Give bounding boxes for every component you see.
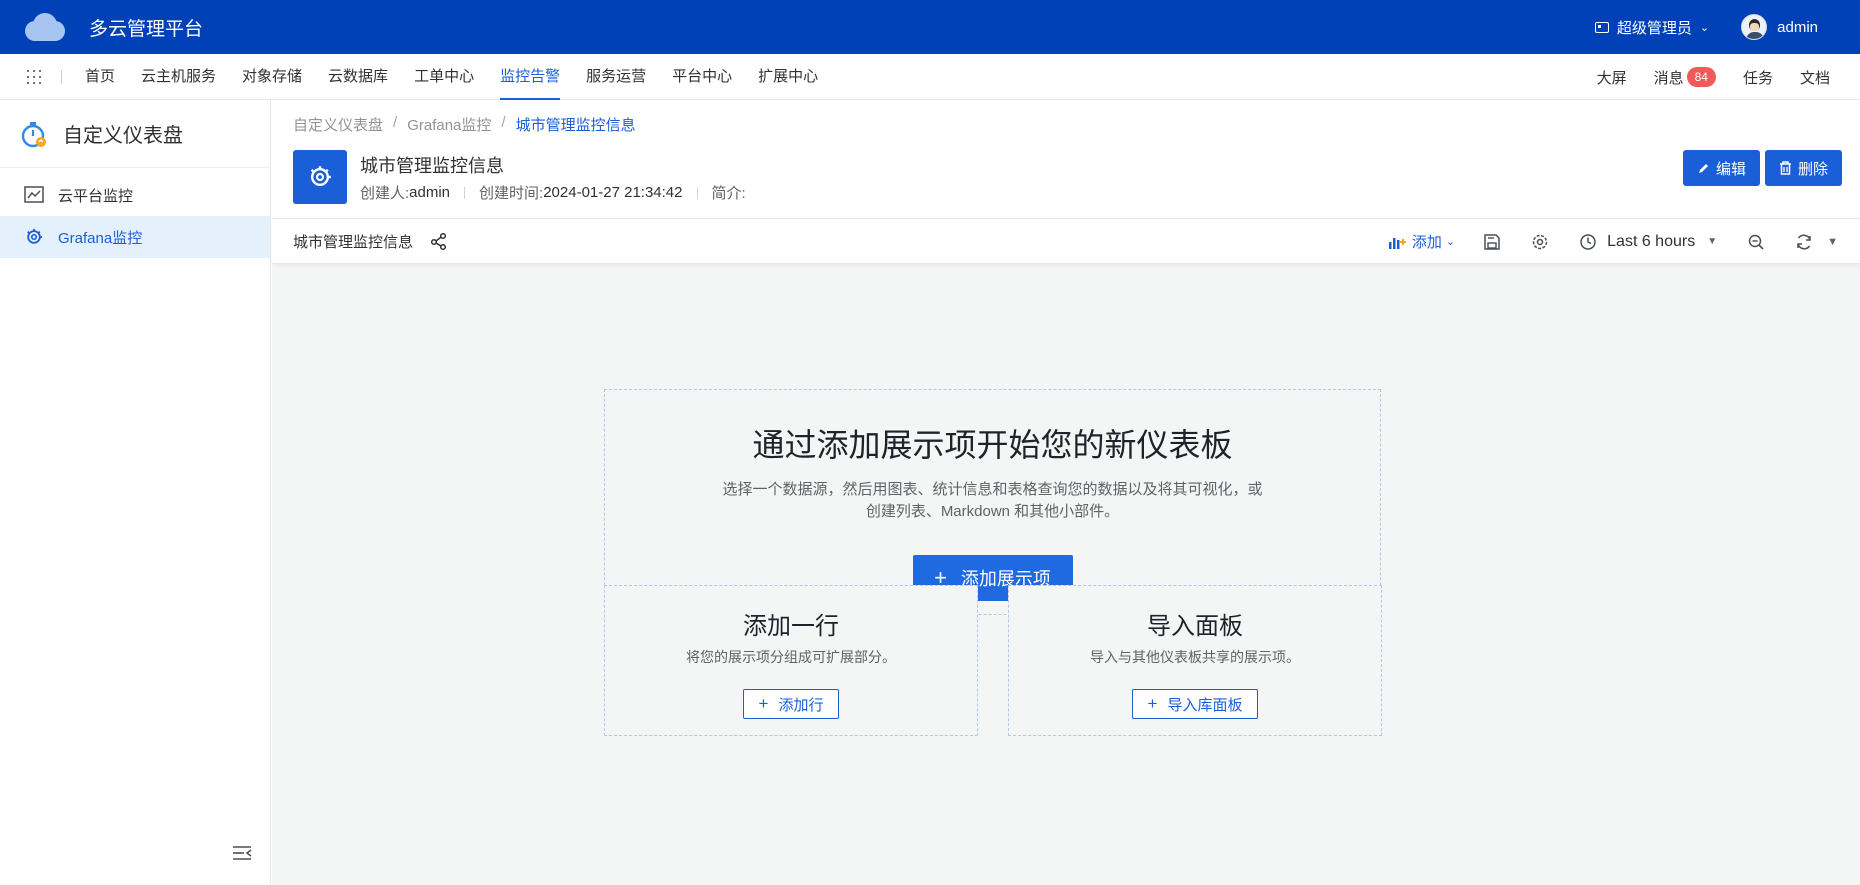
import-library-panel-button[interactable]: + 导入库面板 [1131,689,1259,719]
page-title: 城市管理监控信息 [360,156,504,176]
page-header: 自定义仪表盘 / Grafana监控 / 城市管理监控信息 城市管理监控信息 创… [272,100,1860,219]
cloud-logo-icon [25,13,65,41]
edit-button[interactable]: 编辑 [1682,150,1760,186]
creator-value: admin [409,184,451,201]
avatar [1741,14,1768,40]
breadcrumb-item[interactable]: 自定义仪表盘 [293,114,383,135]
nav-item-ticket-center[interactable]: 工单中心 [414,54,474,100]
empty-heading: 通过添加展示项开始您的新仪表板 [752,427,1233,463]
created-value: 2024-01-27 21:34:42 [543,184,683,201]
messages-link[interactable]: 消息 84 [1654,67,1716,88]
empty-description: 选择一个数据源，然后用图表、统计信息和表格查询您的数据以及将其可视化，或创建列表… [722,481,1263,520]
nav-item-cloud-db[interactable]: 云数据库 [328,54,388,100]
save-icon[interactable] [1483,233,1501,251]
main-nav: 首页 云主机服务 对象存储 云数据库 工单中心 监控告警 服务运营 平台中心 扩… [0,54,1860,100]
share-icon[interactable] [430,232,448,250]
sidebar: 自定义仪表盘 云平台监控 Grafana监控 [0,100,271,885]
gear-icon[interactable] [1531,233,1549,251]
import-library-panel-label: 导入库面板 [1167,696,1243,714]
add-panel-dropdown[interactable]: 添加 ⌄ [1388,231,1455,252]
breadcrumb-current: 城市管理监控信息 [515,117,636,134]
delete-label: 删除 [1797,160,1828,178]
nav-item-cloud-host[interactable]: 云主机服务 [141,54,216,100]
plus-icon: + [1147,694,1158,713]
line-chart-icon [24,186,44,203]
sidebar-item-cloud-monitoring[interactable]: 云平台监控 [0,174,270,216]
trash-icon [1779,161,1791,175]
message-count-badge: 84 [1686,67,1716,87]
import-panel-card: 导入面板 导入与其他仪表板共享的展示项。 + 导入库面板 [1008,585,1382,736]
description-label: 简介: [711,185,746,202]
add-row-description: 将您的展示项分组成可扩展部分。 [686,649,896,665]
nav-item-monitoring[interactable]: 监控告警 [500,54,561,100]
tasks-link[interactable]: 任务 [1743,67,1773,88]
add-row-label: 添加行 [778,696,824,714]
app-title: 多云管理平台 [89,18,204,40]
top-header: 多云管理平台 超级管理员 ⌄ admin [0,0,1860,54]
plus-icon: + [758,694,769,713]
clock-icon [1580,233,1596,250]
empty-dashboard-card: 通过添加展示项开始您的新仪表板 选择一个数据源，然后用图表、统计信息和表格查询您… [604,389,1381,615]
add-row-button[interactable]: + 添加行 [742,689,840,719]
creator-label: 创建人: [360,185,410,202]
zoom-out-icon[interactable] [1747,233,1765,251]
collapse-menu-icon[interactable] [232,845,252,861]
messages-label: 消息 [1653,69,1684,87]
sidebar-item-label: 云平台监控 [58,187,134,205]
docs-link[interactable]: 文档 [1800,67,1830,88]
role-switcher[interactable]: 超级管理员 ⌄ [1594,17,1710,38]
nav-item-extension-center[interactable]: 扩展中心 [758,54,818,100]
sidebar-item-grafana[interactable]: Grafana监控 [0,216,270,258]
breadcrumb-separator: / [501,114,506,131]
breadcrumb-item[interactable]: Grafana监控 [407,114,491,135]
time-range-label: Last 6 hours [1607,232,1696,250]
big-screen-link[interactable]: 大屏 [1597,67,1627,88]
import-panel-description: 导入与其他仪表板共享的展示项。 [1090,649,1300,665]
dashboard-name: 城市管理监控信息 [293,233,414,251]
chevron-down-icon: ▼ [1707,236,1718,247]
user-menu[interactable]: admin [1741,14,1818,40]
breadcrumb: 自定义仪表盘 / Grafana监控 / 城市管理监控信息 [293,114,636,135]
time-range-picker[interactable]: Last 6 hours ▼ [1579,233,1717,251]
grafana-icon [310,166,331,186]
refresh-icon[interactable] [1795,233,1813,251]
delete-button[interactable]: 删除 [1764,150,1842,186]
sidebar-title: 自定义仪表盘 [63,125,183,147]
user-name: admin [1777,18,1818,36]
sidebar-item-label: Grafana监控 [58,229,143,247]
nav-item-home[interactable]: 首页 [85,54,115,100]
pencil-icon [1698,163,1708,173]
nav-item-platform-center[interactable]: 平台中心 [672,54,732,100]
apps-grid-icon[interactable] [27,69,41,84]
bar-chart-add-icon [1388,237,1406,249]
edit-label: 编辑 [1715,160,1746,178]
sidebar-header: 自定义仪表盘 [0,100,270,168]
created-label: 创建时间: [479,185,544,202]
add-row-title: 添加一行 [743,613,839,640]
chevron-down-icon: ⌄ [1699,21,1710,34]
breadcrumb-separator: / [393,114,398,131]
chevron-down-icon: ⌄ [1445,236,1456,248]
stopwatch-icon [21,121,46,147]
role-label: 超级管理员 [1616,19,1692,37]
import-panel-title: 导入面板 [1147,613,1243,640]
nav-item-service-ops[interactable]: 服务运营 [586,54,646,100]
refresh-interval-chevron-icon[interactable]: ▼ [1827,236,1838,248]
dashboard-toolbar: 城市管理监控信息 添加 ⌄ Last 6 hours ▼ ▼ [272,219,1860,264]
dashboard-meta: 创建人: admin 创建时间: 2024-01-27 21:34:42 简介: [360,182,746,203]
id-card-icon [1594,21,1609,33]
divider [61,69,62,84]
dashboard-icon [293,150,347,204]
add-row-card: 添加一行 将您的展示项分组成可扩展部分。 + 添加行 [604,585,978,736]
main-content: 自定义仪表盘 / Grafana监控 / 城市管理监控信息 城市管理监控信息 创… [272,100,1860,885]
nav-item-object-storage[interactable]: 对象存储 [242,54,302,100]
add-label: 添加 [1411,234,1442,251]
grafana-icon [27,228,43,244]
